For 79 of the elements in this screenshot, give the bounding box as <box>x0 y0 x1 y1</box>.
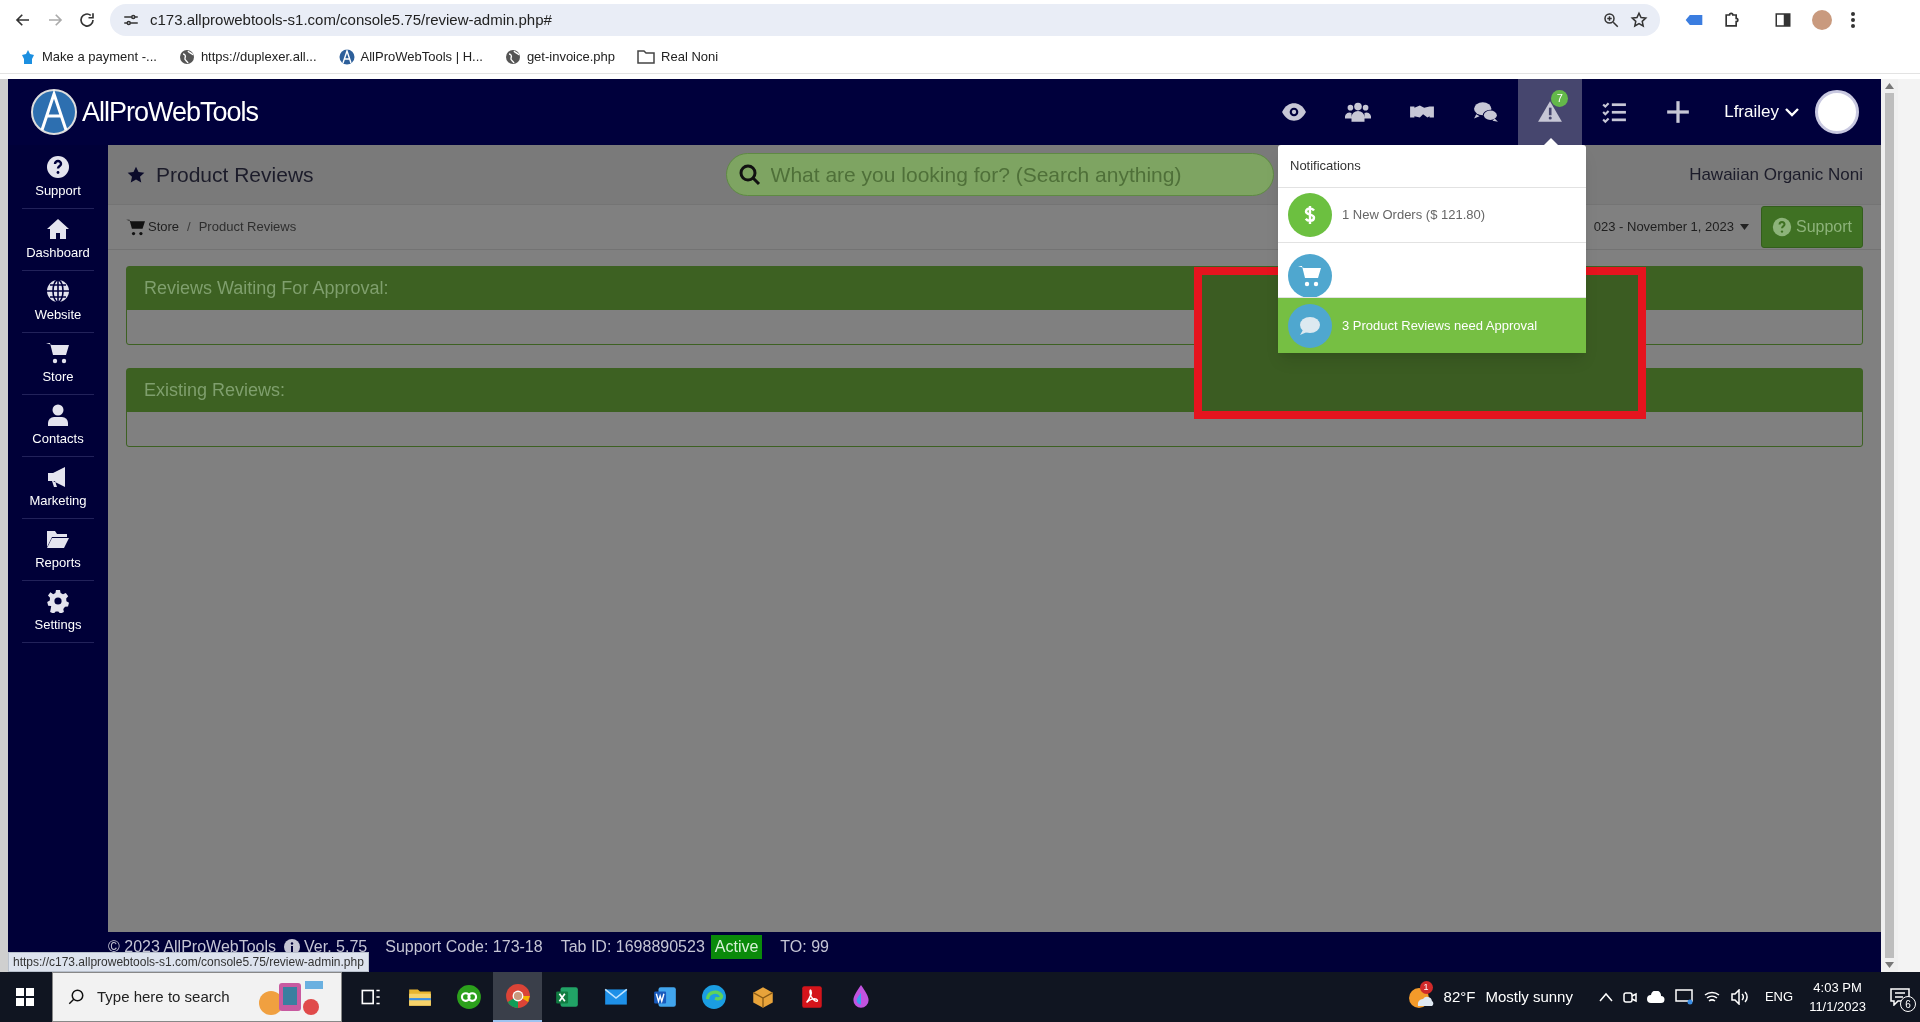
zoom-icon[interactable] <box>1602 11 1620 29</box>
breadcrumb-separator: / <box>187 218 191 237</box>
question-icon <box>1771 217 1792 237</box>
status-url-tooltip: https://c173.allprowebtools-s1.com/console5.75/review-admin.php <box>8 952 369 972</box>
bookmark[interactable]: AllProWebTools | H... <box>338 46 483 67</box>
brand-name: AllProWebTools <box>82 95 259 129</box>
language-indicator[interactable]: ENG <box>1764 987 1794 1007</box>
browser-icon[interactable] <box>493 972 542 1022</box>
cart-icon <box>46 340 70 365</box>
puzzle-icon[interactable] <box>1722 10 1742 30</box>
display-icon[interactable] <box>1674 989 1693 1005</box>
temperature-text: 82°F <box>1443 986 1476 1007</box>
sidebar-item[interactable]: Marketing <box>22 457 94 519</box>
menu-icon[interactable] <box>1850 11 1856 29</box>
support-code-text: Support Code: 173-18 <box>385 937 543 957</box>
sidebar-item[interactable]: Store <box>22 333 94 395</box>
breadcrumb-current: Product Reviews <box>198 218 297 237</box>
speaker-icon[interactable] <box>1730 989 1751 1005</box>
chat-icon <box>1473 99 1500 125</box>
user-avatar[interactable] <box>1815 90 1859 134</box>
store-name: Hawaiian Organic Noni <box>1689 163 1863 186</box>
clock[interactable]: 4:03 PM 11/1/2023 <box>1809 978 1866 1016</box>
home-icon <box>46 216 70 241</box>
scrollbar-thumb[interactable] <box>1885 93 1894 958</box>
cloud-icon[interactable] <box>1646 991 1665 1003</box>
weather-badge: 1 <box>1419 981 1433 994</box>
count-badge: 7 <box>1551 90 1569 107</box>
search-icon <box>67 988 85 1006</box>
sidebar-item[interactable]: Contacts <box>22 395 94 457</box>
side-panel-icon[interactable] <box>1774 11 1792 29</box>
sidebar-item[interactable]: Reports <box>22 519 94 581</box>
notification-item[interactable]: 1 New Orders ($ 121.80) <box>1278 188 1586 243</box>
wifi-icon[interactable] <box>1702 989 1721 1005</box>
sidebar-item[interactable]: Dashboard <box>22 209 94 271</box>
status-badge: Active <box>710 935 763 959</box>
sidebar-item[interactable]: Support <box>22 147 94 209</box>
chevron-down-icon <box>1785 107 1799 117</box>
timeout-text: TO: 99 <box>780 937 829 957</box>
cart-icon <box>126 218 146 236</box>
chevron-up-icon[interactable] <box>1598 992 1613 1002</box>
panel-title: Existing Reviews: <box>144 379 286 402</box>
taskbar-search-field[interactable]: Type here to search <box>52 972 342 1022</box>
notification-count-badge: 6 <box>1900 996 1916 1012</box>
weather-condition: Mostly sunny <box>1485 986 1573 1007</box>
page-title: Product Reviews <box>156 161 314 188</box>
bookmark[interactable]: Real Noni <box>637 46 719 67</box>
camera-icon[interactable] <box>1622 989 1637 1005</box>
logo-icon <box>30 88 78 136</box>
bookmark[interactable]: https://duplexer.all... <box>178 46 317 67</box>
address-bar[interactable]: c173.allprowebtools-s1.com/console5.75/review-admin.php# <box>110 4 1660 36</box>
date-range-text[interactable]: 023 - November 1, 2023 <box>1593 217 1734 237</box>
logo-icon <box>338 48 355 65</box>
breadcrumb-link[interactable]: Store <box>148 217 180 237</box>
reload-icon[interactable] <box>78 11 96 29</box>
bookmark[interactable]: get-invoice.php <box>504 46 616 67</box>
user-icon <box>46 402 70 427</box>
folder-icon <box>637 48 656 65</box>
scroll-up-icon[interactable] <box>1885 83 1894 89</box>
tab-id-text: Tab ID: 1698890523 <box>560 937 705 957</box>
globe-icon <box>178 48 195 65</box>
taskbar-search-placeholder: Type here to search <box>97 986 230 1007</box>
notification-item[interactable] <box>1278 243 1586 298</box>
back-icon[interactable] <box>14 11 32 29</box>
question-icon <box>46 154 70 179</box>
bookmark[interactable]: Make a payment -... <box>20 46 157 67</box>
sidebar-item[interactable]: Settings <box>22 581 94 643</box>
user-menu[interactable]: Lfrailey <box>1724 99 1799 125</box>
caret-icon[interactable] <box>1739 224 1749 230</box>
url-text: c173.allprowebtools-s1.com/console5.75/review-admin.php# <box>150 9 553 30</box>
plus-icon <box>1665 99 1692 125</box>
bookmark-star-icon[interactable] <box>1630 11 1648 29</box>
globe-icon <box>46 278 70 303</box>
start-icon[interactable] <box>16 988 34 1006</box>
settings-icon <box>46 588 70 613</box>
scroll-down-icon[interactable] <box>1885 962 1894 968</box>
globe-icon <box>504 48 521 65</box>
sidebar-item[interactable]: Website <box>22 271 94 333</box>
panel-title: Reviews Waiting For Approval: <box>144 277 389 300</box>
notification-center-icon[interactable] <box>1890 988 1910 1006</box>
